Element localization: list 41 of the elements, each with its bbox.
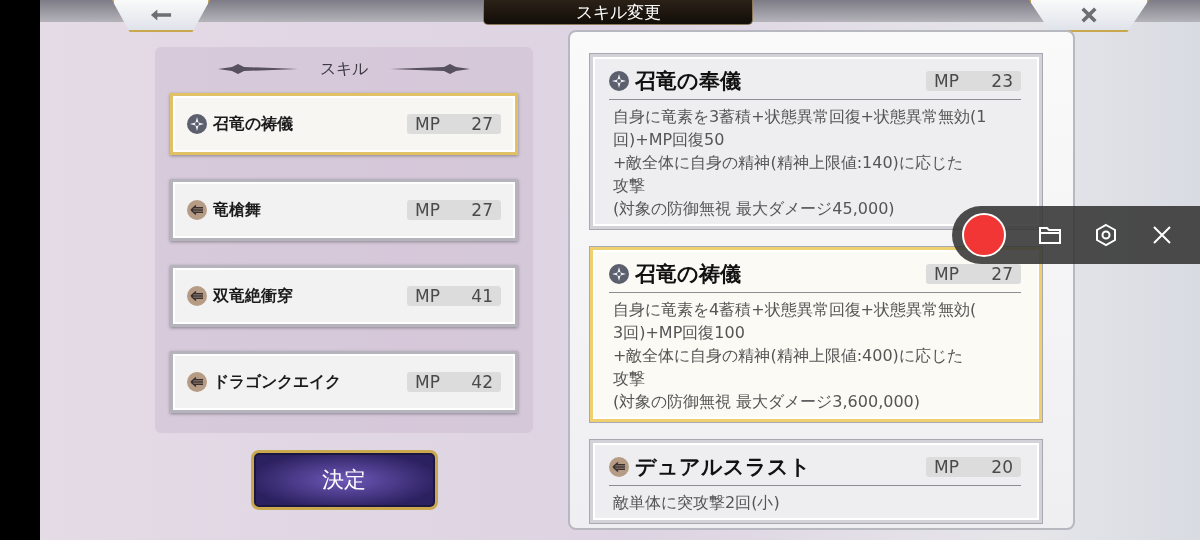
skill-card[interactable]: デュアルスラスト MP 20 敵単体に突攻撃2回(小) xyxy=(590,440,1042,523)
skill-name: 竜槍舞 xyxy=(213,199,262,220)
mp-label: MP xyxy=(934,71,959,91)
sparkle-icon xyxy=(187,114,207,134)
skill-card[interactable]: 召竜の祷儀 MP 27 自身に竜素を4蓄積+状態異常回復+状態異常無効( 3回)+MP回復100 +敵全体に自身の精神(精神上限値:400)に応じた 攻撃 (対象の防御無視 最大ダメージ3,600,000) xyxy=(590,247,1042,422)
skill-name: デュアルスラスト xyxy=(635,454,812,481)
sparkle-icon xyxy=(609,71,629,91)
mp-label: MP xyxy=(415,200,440,220)
settings-icon[interactable] xyxy=(1094,223,1118,247)
mp-label: MP xyxy=(934,457,959,477)
left-arrow-icon xyxy=(150,7,172,23)
mp-label: MP xyxy=(934,264,959,284)
skill-description: 敵単体に突攻撃2回(小) xyxy=(613,492,781,514)
skill-name: 召竜の奉儀 xyxy=(635,68,742,95)
skill-name: 召竜の祷儀 xyxy=(213,113,294,134)
mp-value: 27 xyxy=(471,200,493,220)
skill-name: 双竜絶衝穿 xyxy=(213,285,294,306)
close-icon xyxy=(1080,6,1098,24)
screen-title: スキル変更 xyxy=(483,0,753,25)
skill-item[interactable]: 双竜絶衝穿 MP 41 xyxy=(170,265,518,327)
skill-description: 自身に竜素を4蓄積+状態異常回復+状態異常無効( 3回)+MP回復100 +敵全体に自身の精神(精神上限値:400)に応じた 攻撃 (対象の防御無視 最大ダメージ3,600,000) xyxy=(613,299,978,413)
sparkle-icon xyxy=(609,264,629,284)
mp-value: 27 xyxy=(991,264,1013,284)
skill-card[interactable]: 召竜の奉儀 MP 23 自身に竜素を3蓄積+状態異常回復+状態異常無効(1 回)+MP回復50 +敵全体に自身の精神(精神上限値:140)に応じた 攻撃 (対象の防御無視 最大ダメージ45,000) xyxy=(590,54,1042,229)
mp-value: 23 xyxy=(991,71,1013,91)
mp-label: MP xyxy=(415,114,440,134)
skill-name: ドラゴンクエイク xyxy=(213,371,342,392)
mp-label: MP xyxy=(415,372,440,392)
skill-item[interactable]: 竜槍舞 MP 27 xyxy=(170,179,518,241)
mp-value: 20 xyxy=(991,457,1013,477)
skill-item[interactable]: ドラゴンクエイク MP 42 xyxy=(170,351,518,413)
skill-description: 自身に竜素を3蓄積+状態異常回復+状態異常無効(1 回)+MP回復50 +敵全体に自身の精神(精神上限値:140)に応じた 攻撃 (対象の防御無視 最大ダメージ45,000) xyxy=(613,106,988,220)
confirm-button[interactable]: 決定 xyxy=(250,450,438,510)
mp-label: MP xyxy=(415,286,440,306)
skill-name: 召竜の祷儀 xyxy=(635,261,742,288)
skill-item[interactable]: 召竜の祷儀 MP 27 xyxy=(170,93,518,155)
mp-value: 41 xyxy=(471,286,493,306)
mp-value: 27 xyxy=(471,114,493,134)
record-button[interactable] xyxy=(962,213,1006,257)
panel-heading: スキル xyxy=(320,58,368,79)
mp-value: 42 xyxy=(471,372,493,392)
